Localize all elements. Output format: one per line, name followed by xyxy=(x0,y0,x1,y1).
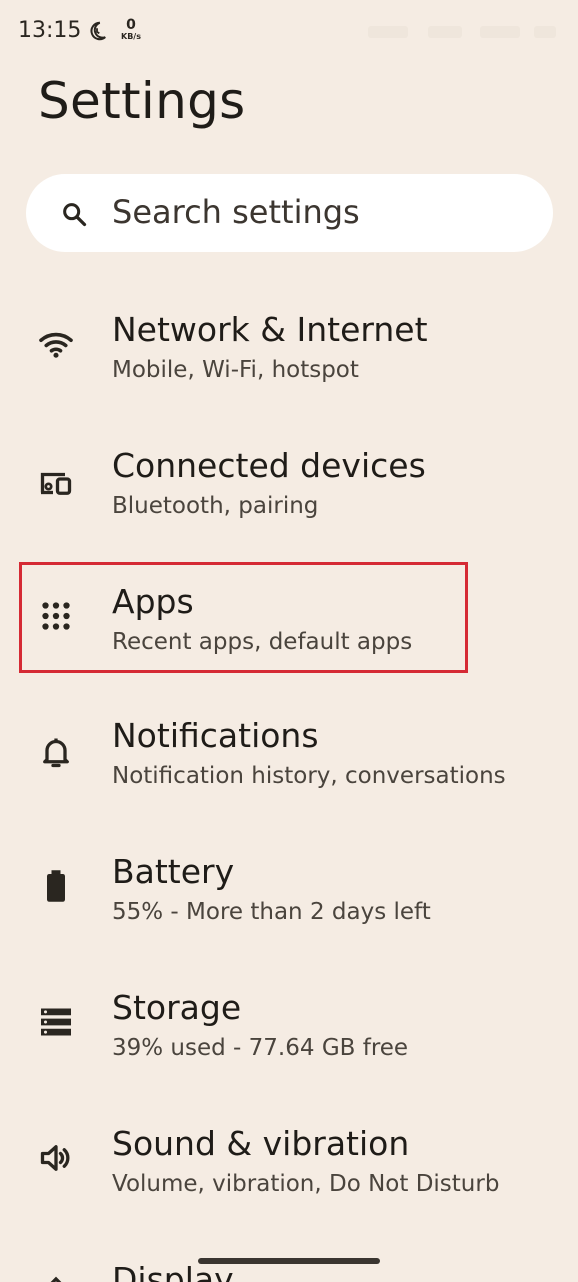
status-bar: 13:15 0 KB/s xyxy=(0,0,578,62)
settings-item-title: Sound & vibration xyxy=(112,1124,410,1163)
settings-item-subtitle: 55% - More than 2 days left xyxy=(112,899,431,925)
settings-item-title: Notifications xyxy=(112,716,319,755)
settings-item-subtitle: Volume, vibration, Do Not Disturb xyxy=(112,1171,500,1197)
signal-icon xyxy=(368,26,408,38)
settings-item-subtitle: Notification history, conversations xyxy=(112,763,506,789)
apps-highlight-box xyxy=(19,562,468,673)
search-icon xyxy=(63,203,87,227)
battery-icon xyxy=(47,870,65,902)
network-speed-value: 0 xyxy=(126,17,136,33)
settings-item-subtitle: 39% used - 77.64 GB free xyxy=(112,1035,409,1061)
do-not-disturb-moon-icon xyxy=(90,21,106,41)
settings-item-display[interactable]: Display xyxy=(0,1250,578,1282)
settings-item-connected-devices[interactable]: Connected devices Bluetooth, pairing xyxy=(0,436,578,556)
battery-status-icon xyxy=(534,26,556,38)
settings-item-sound[interactable]: Sound & vibration Volume, vibration, Do … xyxy=(0,1114,578,1234)
search-bar[interactable]: Search settings xyxy=(26,174,553,252)
status-icons xyxy=(368,22,558,42)
page-title: Settings xyxy=(38,72,246,130)
gesture-navigation-bar[interactable] xyxy=(198,1258,380,1264)
bell-icon xyxy=(43,738,69,768)
speaker-icon xyxy=(40,1145,70,1171)
vpn-icon xyxy=(480,26,520,38)
settings-item-title: Battery xyxy=(112,852,235,891)
settings-item-title: Connected devices xyxy=(112,446,426,485)
wifi-status-icon xyxy=(428,26,462,38)
settings-item-storage[interactable]: Storage 39% used - 77.64 GB free xyxy=(0,978,578,1098)
settings-item-title: Network & Internet xyxy=(112,310,428,349)
devices-icon xyxy=(40,472,72,495)
settings-item-battery[interactable]: Battery 55% - More than 2 days left xyxy=(0,842,578,962)
settings-item-subtitle: Mobile, Wi-Fi, hotspot xyxy=(112,357,359,383)
network-speed-unit: KB/s xyxy=(121,32,141,41)
settings-item-notifications[interactable]: Notifications Notification history, conv… xyxy=(0,706,578,826)
settings-item-title: Storage xyxy=(112,988,242,1027)
display-icon xyxy=(50,1276,62,1282)
search-placeholder: Search settings xyxy=(112,193,360,231)
network-speed-indicator: 0 KB/s xyxy=(118,18,144,41)
storage-icon xyxy=(41,1008,71,1036)
settings-item-network[interactable]: Network & Internet Mobile, Wi-Fi, hotspo… xyxy=(0,300,578,420)
status-time: 13:15 xyxy=(18,18,82,43)
wifi-icon xyxy=(39,332,73,358)
settings-item-subtitle: Bluetooth, pairing xyxy=(112,493,319,519)
